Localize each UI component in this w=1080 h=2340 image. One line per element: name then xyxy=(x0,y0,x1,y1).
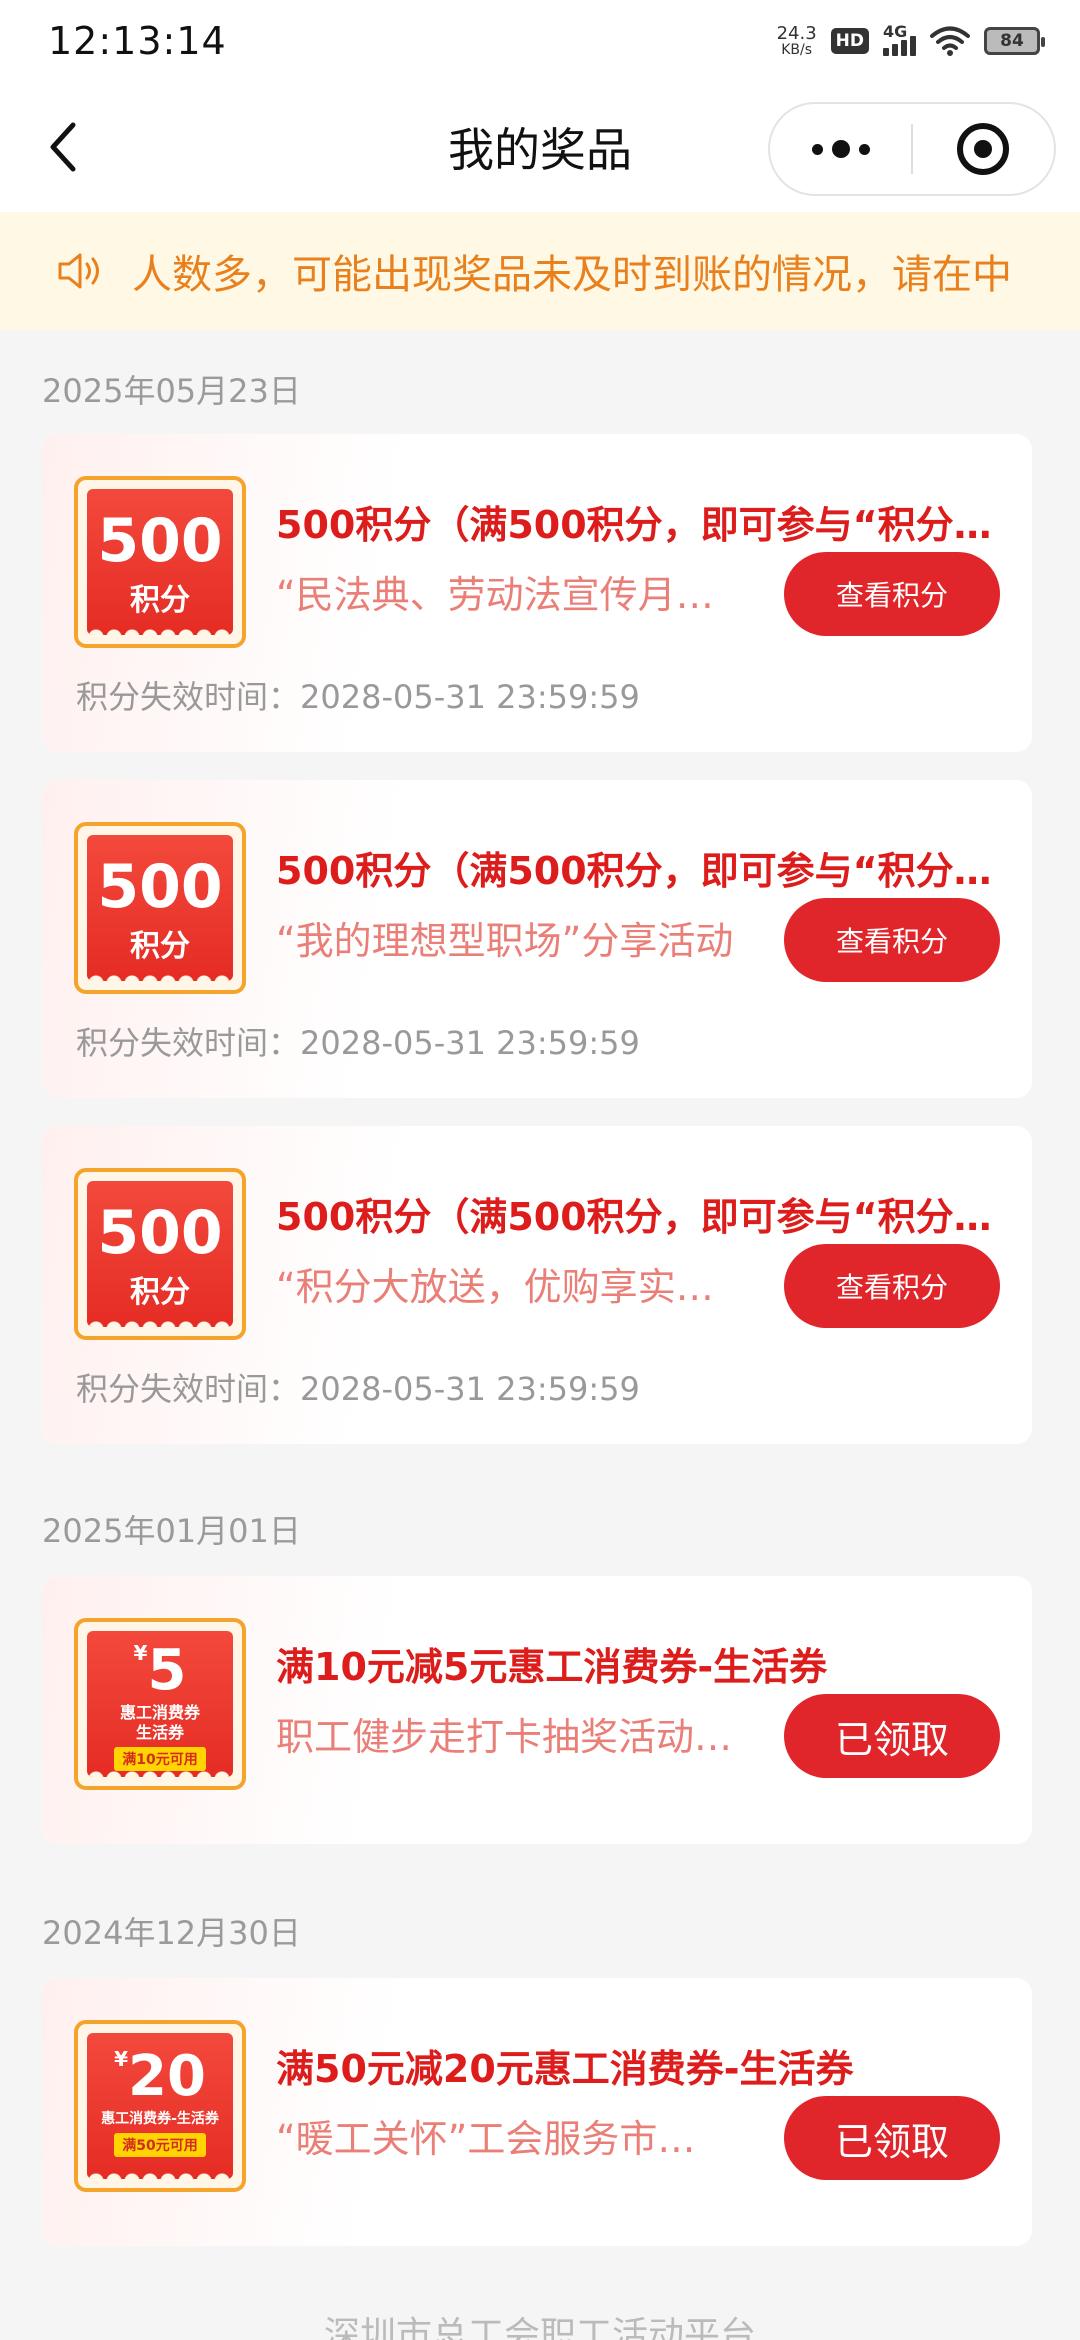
claimed-button[interactable]: 已领取 xyxy=(784,1694,1000,1778)
prize-card: 500 积分 500积分（满500积分，即可参与“积分… “积分大放送，优购享实… xyxy=(42,1126,1032,1444)
expire-time: 积分失效时间：2028-05-31 23:59:59 xyxy=(76,678,640,716)
target-icon xyxy=(957,123,1010,175)
view-points-button[interactable]: 查看积分 xyxy=(784,552,1000,636)
prize-card: 500 积分 500积分（满500积分，即可参与“积分… “民法典、劳动法宣传月… xyxy=(42,434,1032,752)
prize-thumbnail: 500 积分 xyxy=(74,476,246,648)
status-bar: 12:13:14 24.3 KB/s HD 4G 84 xyxy=(0,0,1080,82)
cellular-signal-icon: 4G xyxy=(883,22,916,56)
hd-icon: HD xyxy=(830,28,869,54)
status-icons: 24.3 KB/s HD 4G 84 xyxy=(776,22,1045,58)
badge-value: 20 xyxy=(127,2044,206,2109)
badge-currency: ¥ xyxy=(133,1641,148,1665)
coupon-badge: ¥20 惠工消费券-生活券 满50元可用 xyxy=(87,2033,233,2179)
points-badge: 500 积分 xyxy=(87,489,233,635)
prize-card: 500 积分 500积分（满500积分，即可参与“积分… “我的理想型职场”分享… xyxy=(42,780,1032,1098)
points-badge: 500 积分 xyxy=(87,1181,233,1327)
prize-title: 满10元减5元惠工消费券-生活券 xyxy=(276,1645,828,1689)
group-date: 2024年12月30日 xyxy=(42,1914,301,1952)
badge-number: 500 xyxy=(97,852,223,922)
more-button[interactable] xyxy=(770,104,911,194)
badge-label: 惠工消费券-生活券 xyxy=(101,2111,219,2127)
net-speed-value: 24.3 xyxy=(776,23,817,44)
prize-thumbnail: ¥20 惠工消费券-生活券 满50元可用 xyxy=(74,2020,246,2192)
prize-title: 500积分（满500积分，即可参与“积分… xyxy=(276,1195,992,1239)
battery-level: 84 xyxy=(1000,31,1024,51)
battery-icon: 84 xyxy=(984,27,1045,55)
prize-source: “民法典、劳动法宣传月… xyxy=(276,573,714,617)
badge-number: 500 xyxy=(97,1198,223,1268)
prize-source: “积分大放送，优购享实… xyxy=(276,1265,714,1309)
badge-label-2: 生活券 xyxy=(135,1723,184,1742)
group-date: 2025年05月23日 xyxy=(42,372,301,410)
expire-time: 积分失效时间：2028-05-31 23:59:59 xyxy=(76,1370,640,1408)
wifi-icon xyxy=(930,26,970,56)
group-date: 2025年01月01日 xyxy=(42,1512,301,1550)
prize-card: ¥20 惠工消费券-生活券 满50元可用 满50元减20元惠工消费券-生活券 “… xyxy=(42,1978,1032,2246)
badge-unit: 积分 xyxy=(130,929,190,964)
badge-currency: ¥ xyxy=(114,2047,128,2071)
notice-bar: 人数多，可能出现奖品未及时到账的情况，请在中 xyxy=(0,212,1080,330)
claimed-button[interactable]: 已领取 xyxy=(784,2096,1000,2180)
nav-header: 我的奖品 xyxy=(0,82,1080,212)
more-dots-icon xyxy=(811,140,870,158)
status-time: 12:13:14 xyxy=(48,19,227,63)
prize-source: “暖工关怀”工会服务市… xyxy=(276,2117,696,2161)
network-type-label: 4G xyxy=(883,22,908,41)
expire-time: 积分失效时间：2028-05-31 23:59:59 xyxy=(76,1024,640,1062)
notice-text: 人数多，可能出现奖品未及时到账的情况，请在中 xyxy=(132,252,1012,298)
badge-unit: 积分 xyxy=(130,583,190,618)
badge-unit: 积分 xyxy=(130,1275,190,1310)
prize-thumbnail: ¥5 惠工消费券 生活券 满10元可用 xyxy=(74,1618,246,1790)
coupon-badge: ¥5 惠工消费券 生活券 满10元可用 xyxy=(87,1631,233,1777)
prize-source: “我的理想型职场”分享活动 xyxy=(276,919,734,963)
points-badge: 500 积分 xyxy=(87,835,233,981)
speaker-icon xyxy=(58,253,99,289)
close-miniprogram-button[interactable] xyxy=(913,104,1054,194)
view-points-button[interactable]: 查看积分 xyxy=(784,898,1000,982)
badge-number: 500 xyxy=(97,506,223,576)
prize-title: 满50元减20元惠工消费券-生活券 xyxy=(276,2047,854,2091)
badge-label: 惠工消费券 xyxy=(119,1703,200,1722)
prize-title: 500积分（满500积分，即可参与“积分… xyxy=(276,503,992,547)
prize-thumbnail: 500 积分 xyxy=(74,822,246,994)
net-speed: 24.3 KB/s xyxy=(776,23,817,58)
prize-thumbnail: 500 积分 xyxy=(74,1168,246,1340)
footer-platform-name: 深圳市总工会职工活动平台 xyxy=(323,2315,756,2340)
view-points-button[interactable]: 查看积分 xyxy=(784,1244,1000,1328)
net-speed-unit: KB/s xyxy=(781,42,813,58)
prize-source: 职工健步走打卡抽奖活动… xyxy=(276,1715,733,1759)
badge-value: 5 xyxy=(147,1638,187,1703)
prize-card: ¥5 惠工消费券 生活券 满10元可用 满10元减5元惠工消费券-生活券 职工健… xyxy=(42,1576,1032,1844)
prize-title: 500积分（满500积分，即可参与“积分… xyxy=(276,849,992,893)
miniprogram-capsule xyxy=(768,102,1056,196)
badge-condition: 满50元可用 xyxy=(114,2132,206,2157)
